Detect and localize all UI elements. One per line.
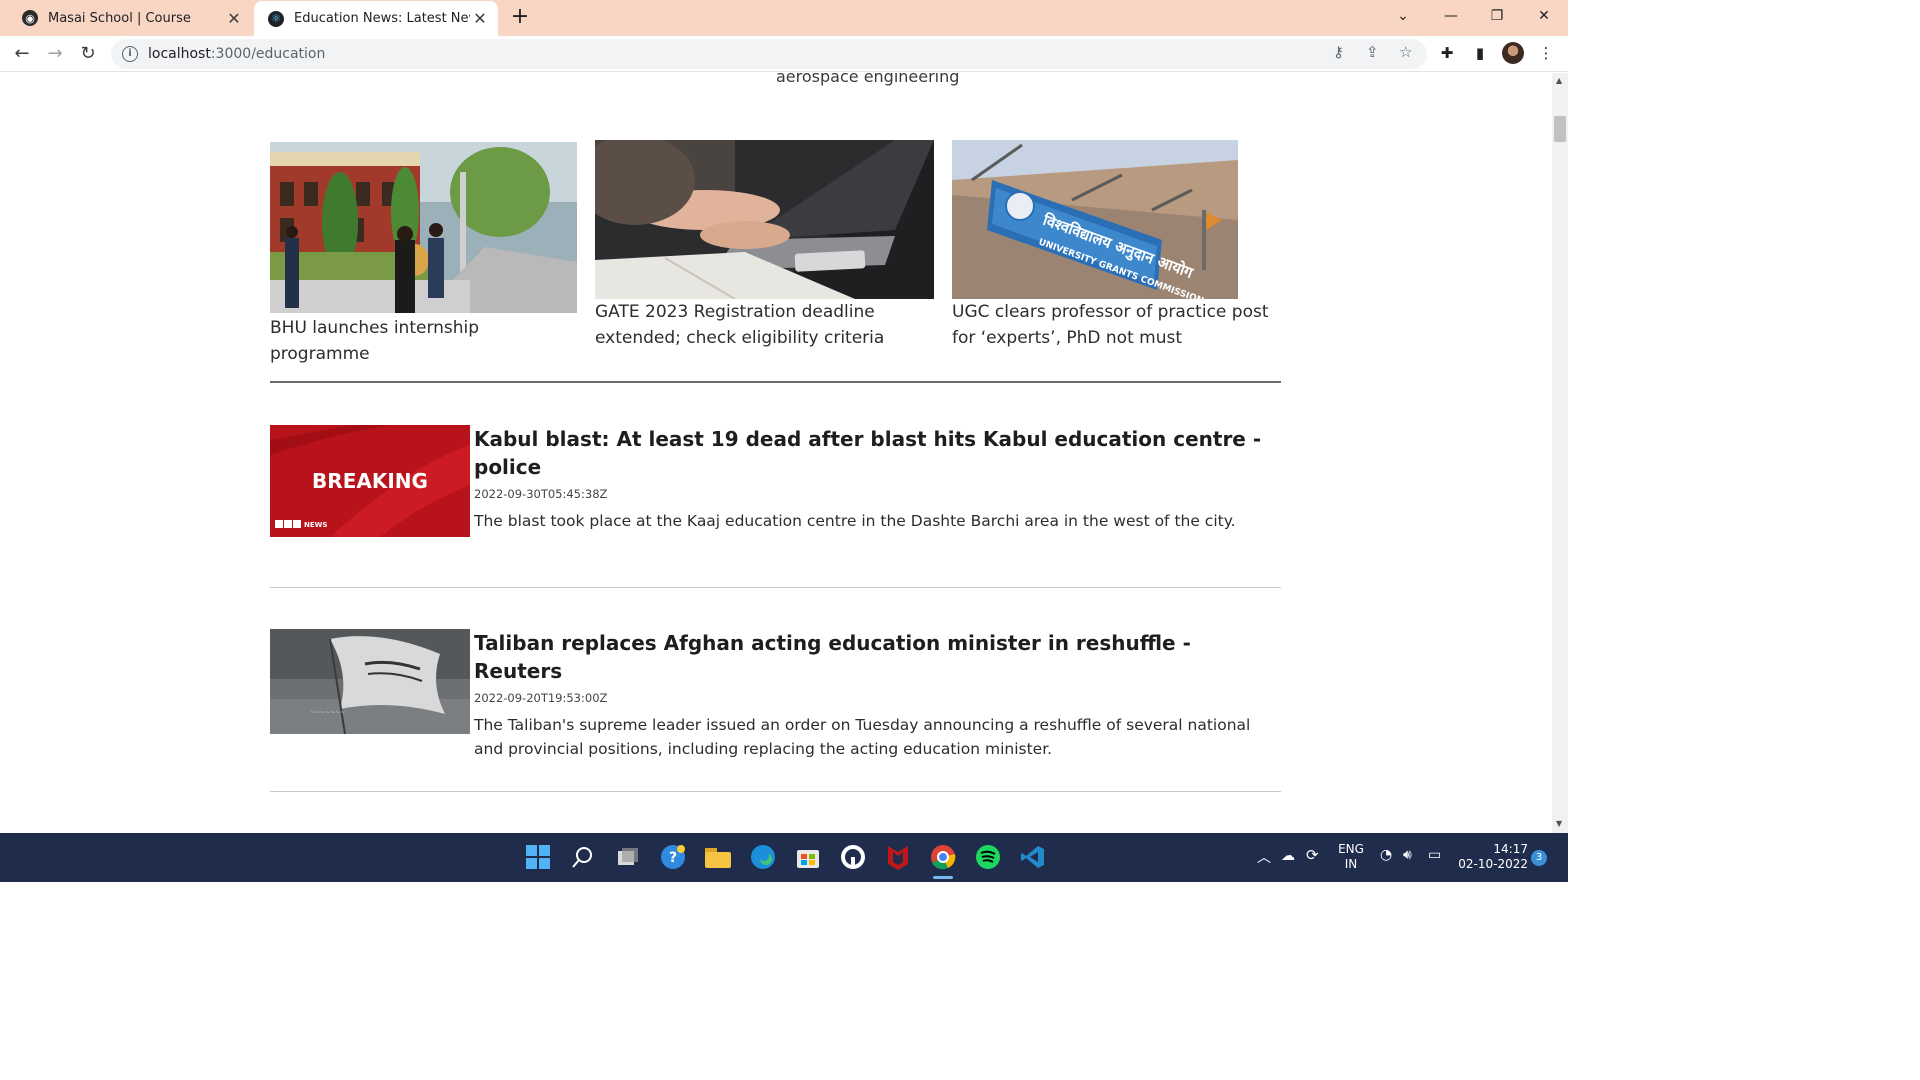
tab-title: Education News: Latest News, Inc <box>294 11 470 26</box>
task-view-icon[interactable] <box>614 843 642 871</box>
restore-button[interactable]: ❐ <box>1474 0 1520 32</box>
scroll-up-icon[interactable]: ▲ <box>1556 76 1562 85</box>
story-caption[interactable]: GATE 2023 Registration deadline extended… <box>595 299 935 351</box>
browser-toolbar: ← → ↻ i localhost:3000/education ⚷ ⇪ ☆ ✚… <box>0 36 1568 72</box>
article-divider <box>270 791 1281 792</box>
article-description: The Taliban's supreme leader issued an o… <box>474 716 1251 758</box>
url-text[interactable]: localhost:3000/education <box>148 46 325 62</box>
svg-text:BREAKING: BREAKING <box>312 469 428 493</box>
article-divider <box>270 587 1281 588</box>
file-explorer-icon[interactable] <box>704 843 732 871</box>
article-item[interactable]: ~~~~~~~ Taliban replaces Afghan acting e… <box>270 629 1281 758</box>
battery-icon[interactable]: ▭ <box>1428 847 1441 863</box>
key-icon[interactable]: ⚷ <box>1333 43 1344 61</box>
active-app-indicator <box>933 876 953 879</box>
taliban-flag-image[interactable]: ~~~~~~~ <box>270 629 470 734</box>
breaking-news-image[interactable]: BREAKING NEWS <box>270 425 470 537</box>
store-icon[interactable] <box>794 843 822 871</box>
reload-icon[interactable]: ↻ <box>74 40 102 68</box>
article-body: Taliban replaces Afghan acting education… <box>474 629 1281 761</box>
react-icon: ⚛ <box>268 10 284 27</box>
partial-caption: aerospace engineering <box>776 73 960 86</box>
star-icon[interactable]: ☆ <box>1399 43 1412 61</box>
tab-masai-school[interactable]: ◉ Masai School | Course ✕ <box>8 0 252 36</box>
wifi-icon[interactable]: ◔ <box>1380 847 1392 863</box>
spotify-icon[interactable] <box>974 843 1002 871</box>
top-story-card[interactable]: विश्वविद्यालय अनुदान आयोग UNIVERSITY GRA… <box>952 140 1282 351</box>
side-panel-icon[interactable]: ▮ <box>1470 44 1490 64</box>
volume-icon[interactable]: 🔊︎ <box>1403 847 1412 863</box>
page-scrollbar[interactable]: ▲ ▼ <box>1552 73 1568 833</box>
scroll-down-icon[interactable]: ▼ <box>1556 819 1562 828</box>
campus-photo[interactable] <box>270 142 577 313</box>
mcafee-icon[interactable] <box>884 843 912 871</box>
article-date: 2022-09-30T05:45:38Z <box>474 487 608 501</box>
top-story-card[interactable]: BHU launches internship programme <box>270 142 578 367</box>
article-description: The blast took place at the Kaaj educati… <box>474 512 1236 530</box>
top-story-card[interactable]: GATE 2023 Registration deadline extended… <box>595 140 935 351</box>
article-date: 2022-09-20T19:53:00Z <box>474 691 608 705</box>
scrollbar-thumb[interactable] <box>1554 116 1566 142</box>
windows-start-icon[interactable] <box>524 843 552 871</box>
tab-strip: ◉ Masai School | Course ✕ ⚛ Education Ne… <box>0 0 1568 36</box>
menu-dots-icon[interactable]: ⋮ <box>1536 44 1556 64</box>
clock-time: 14:17 <box>1493 842 1528 856</box>
svg-text:?: ? <box>669 850 677 866</box>
section-divider <box>270 381 1281 383</box>
ugc-sign-photo[interactable]: विश्वविद्यालय अनुदान आयोग UNIVERSITY GRA… <box>952 140 1238 299</box>
minimize-button[interactable]: — <box>1428 0 1474 32</box>
tab-education-news[interactable]: ⚛ Education News: Latest News, Inc ✕ <box>254 1 498 36</box>
share-icon[interactable]: ⇪ <box>1366 43 1379 61</box>
region-code: IN <box>1344 857 1358 871</box>
github-desktop-icon[interactable] <box>839 843 867 871</box>
edge-icon[interactable] <box>749 843 777 871</box>
profile-avatar[interactable] <box>1502 42 1524 64</box>
onedrive-icon[interactable]: ☁ <box>1281 848 1295 864</box>
laptop-photo[interactable] <box>595 140 934 299</box>
story-caption[interactable]: UGC clears professor of practice post fo… <box>952 299 1282 351</box>
close-tab-icon[interactable]: ✕ <box>224 9 244 28</box>
extensions-icon[interactable]: ✚ <box>1437 44 1457 64</box>
story-caption[interactable]: BHU launches internship programme <box>270 315 578 367</box>
close-window-button[interactable]: ✕ <box>1521 0 1567 32</box>
tab-title: Masai School | Course <box>48 10 191 26</box>
back-arrow-icon[interactable]: ← <box>8 40 36 68</box>
tips-icon[interactable]: ? <box>659 843 687 871</box>
info-icon[interactable]: i <box>122 46 138 62</box>
tab-search-icon[interactable]: ⌄ <box>1380 0 1426 32</box>
vscode-icon[interactable] <box>1019 843 1047 871</box>
forward-arrow-icon[interactable]: → <box>41 40 69 68</box>
sync-icon[interactable]: ⟳ <box>1306 846 1319 864</box>
clock[interactable]: 14:17 02-10-2022 <box>1456 842 1528 872</box>
article-item[interactable]: BREAKING NEWS Kabul blast: At least 19 d… <box>270 425 1281 540</box>
globe-icon: ◉ <box>22 10 38 26</box>
svg-text:~~~~~~~: ~~~~~~~ <box>310 709 345 716</box>
page-viewport: aerospace engineering BHU launches inter… <box>0 73 1552 833</box>
windows-taskbar: ? ︿ ☁ ⟳ ENG IN ◔ 🔊︎ ▭ 14:17 02-10-2022 3 <box>0 833 1568 882</box>
tray-chevron-icon[interactable]: ︿ <box>1257 847 1271 867</box>
language-indicator[interactable]: ENG IN <box>1336 842 1366 872</box>
clock-date: 02-10-2022 <box>1458 857 1528 871</box>
search-icon[interactable] <box>569 843 597 871</box>
language-code: ENG <box>1338 842 1364 856</box>
article-title[interactable]: Taliban replaces Afghan acting education… <box>474 629 1281 685</box>
svg-text:NEWS: NEWS <box>304 521 327 529</box>
close-tab-icon[interactable]: ✕ <box>470 9 490 28</box>
notification-badge[interactable]: 3 <box>1531 850 1547 866</box>
address-bar[interactable]: i localhost:3000/education <box>111 39 1427 69</box>
article-title[interactable]: Kabul blast: At least 19 dead after blas… <box>474 425 1281 481</box>
new-tab-button[interactable]: + <box>506 3 534 31</box>
article-body: Kabul blast: At least 19 dead after blas… <box>474 425 1281 533</box>
chrome-icon[interactable] <box>929 843 957 871</box>
